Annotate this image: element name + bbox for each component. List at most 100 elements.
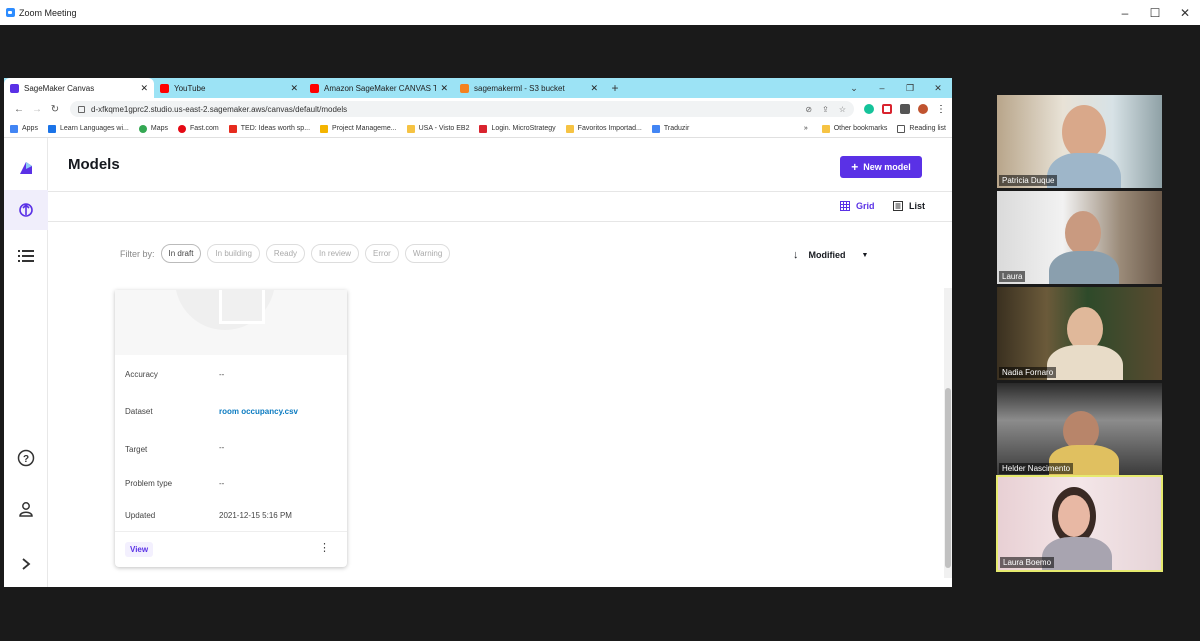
youtube-favicon-icon (160, 83, 169, 93)
pocket-icon[interactable] (882, 104, 892, 114)
folder-icon (406, 124, 415, 133)
browser-tab-sagemaker-canvas[interactable]: SageMaker Canvas ✕ (4, 78, 154, 98)
participant-name: Patricia Duque (999, 175, 1058, 186)
browser-menu-icon[interactable]: ⋮ (936, 104, 946, 115)
browser-restore-button[interactable]: ❐ (896, 78, 924, 98)
filter-chip-in-building[interactable]: In building (207, 244, 260, 263)
filter-chip-in-draft[interactable]: In draft (160, 244, 202, 263)
reading-list[interactable]: Reading list (897, 124, 946, 133)
bookmark-ted[interactable]: TED: Ideas worth sp... (228, 124, 310, 133)
bookmark-apps[interactable]: Apps (10, 124, 38, 133)
forward-arrow-icon[interactable]: → (28, 104, 46, 115)
content-scrollbar[interactable] (944, 288, 952, 578)
minimize-button[interactable]: – (1110, 0, 1140, 25)
browser-tab-sagemaker-tutorial[interactable]: Amazon SageMaker CANVAS Tu ✕ (304, 78, 454, 98)
left-nav-rail: ? (4, 138, 48, 587)
bookmark-favicon-icon (320, 124, 329, 133)
bookmark-microstrategy[interactable]: Login. MicroStrategy (479, 124, 556, 133)
apps-grid-icon (10, 124, 18, 133)
dropdown-caret-icon: ▼ (861, 251, 869, 259)
bookmark-favoritos[interactable]: Favoritos Importad... (565, 124, 642, 133)
bookmark-usa-visto[interactable]: USA - Visto EB2 (406, 124, 469, 133)
sort-arrow-down-icon: ↓ (793, 249, 799, 261)
back-arrow-icon[interactable]: ← (10, 104, 28, 115)
new-model-button[interactable]: + New model (840, 156, 922, 178)
maximize-button[interactable]: ☐ (1140, 0, 1170, 25)
tab-close-icon[interactable]: ✕ (140, 83, 148, 94)
list-view-toggle[interactable]: List (893, 201, 925, 211)
new-tab-button[interactable]: + (604, 78, 626, 98)
bookmark-fast[interactable]: Fast.com (177, 124, 219, 133)
dataset-link[interactable]: room occupancy.csv (219, 407, 298, 416)
reload-icon[interactable]: ↻ (46, 104, 64, 115)
bookmark-star-icon[interactable]: ☆ (839, 105, 846, 114)
grid-view-toggle[interactable]: Grid (840, 201, 875, 211)
bookmark-learn-languages[interactable]: Learn Languages wi... (47, 124, 129, 133)
models-nav-icon[interactable] (4, 190, 48, 230)
participant-name: Helder Nascimento (999, 463, 1074, 474)
translate-icon (651, 124, 660, 133)
list-icon (893, 201, 903, 211)
url-input[interactable]: d-xfkqme1gprc2.studio.us-east-2.sagemake… (70, 101, 854, 117)
participant-video (1065, 211, 1101, 255)
participant-tile[interactable]: Nadia Fornaro (997, 287, 1162, 380)
tab-title: YouTube (174, 83, 206, 93)
scrollbar-thumb[interactable] (945, 388, 951, 568)
view-model-button[interactable]: View (125, 542, 154, 557)
browser-tab-youtube[interactable]: YouTube ✕ (154, 78, 304, 98)
bookmark-maps[interactable]: Maps (138, 124, 168, 133)
bookmark-traduzir[interactable]: Traduzir (651, 124, 690, 133)
bookmark-label: Maps (150, 125, 168, 132)
more-options-icon[interactable]: ⋮ (319, 541, 330, 554)
bookmarks-overflow-icon[interactable]: » (804, 125, 808, 132)
filter-chip-in-review[interactable]: In review (311, 244, 360, 263)
fast-icon (177, 124, 186, 133)
tab-close-icon[interactable]: ✕ (290, 83, 298, 94)
field-label: Accuracy (125, 370, 158, 379)
other-bookmarks[interactable]: Other bookmarks (821, 124, 888, 133)
extensions-area: ⋮ (864, 104, 946, 115)
model-card-thumbnail (115, 290, 347, 355)
sort-control[interactable]: ↓ Modified ▼ (793, 249, 868, 261)
filter-chip-ready[interactable]: Ready (265, 244, 306, 263)
grid-icon (840, 201, 850, 211)
profile-avatar-icon[interactable] (918, 104, 928, 114)
bookmark-project-management[interactable]: Project Manageme... (320, 124, 397, 133)
browser-window-controls: ⌄ – ❐ ✕ (840, 78, 952, 98)
bookmark-label: Reading list (909, 125, 946, 132)
browser-close-button[interactable]: ✕ (924, 78, 952, 98)
active-speaker-tile[interactable]: Laura Boemo (996, 475, 1163, 572)
bookmark-label: Traduzir (663, 125, 690, 132)
tab-close-icon[interactable]: ✕ (590, 83, 598, 94)
field-label: Problem type (125, 479, 173, 488)
grammarly-icon[interactable] (864, 104, 874, 114)
share-icon[interactable]: ⇪ (822, 105, 829, 114)
expand-chevron-icon[interactable] (4, 544, 48, 584)
sagemaker-favicon-icon (10, 83, 19, 93)
filter-chip-warning[interactable]: Warning (404, 244, 451, 263)
browser-minimize-button[interactable]: – (868, 78, 896, 98)
help-icon[interactable]: ? (4, 438, 48, 478)
tab-close-icon[interactable]: ✕ (440, 83, 448, 94)
ted-icon (228, 124, 237, 133)
user-profile-icon[interactable] (4, 489, 48, 529)
reading-list-icon (897, 124, 906, 133)
datasets-list-icon[interactable] (4, 236, 48, 276)
youtube-favicon-icon (310, 83, 319, 93)
zoom-window-controls: – ☐ ✕ (1110, 0, 1200, 25)
participant-tile[interactable]: Helder Nascimento (997, 383, 1162, 476)
model-card[interactable]: Accuracy -- Dataset room occupancy.csv T… (115, 290, 347, 567)
participant-tile[interactable]: Patricia Duque (997, 95, 1162, 188)
canvas-logo-icon[interactable] (4, 148, 48, 188)
extensions-puzzle-icon[interactable] (900, 104, 910, 114)
tab-search-button[interactable]: ⌄ (840, 78, 868, 98)
close-button[interactable]: ✕ (1170, 0, 1200, 25)
address-bar: ← → ↻ d-xfkqme1gprc2.studio.us-east-2.sa… (4, 98, 952, 120)
browser-tab-s3-bucket[interactable]: sagemakerml - S3 bucket ✕ (454, 78, 604, 98)
s3-favicon-icon (460, 83, 469, 93)
view-toggle-bar: Grid List (48, 192, 952, 222)
filter-chip-error[interactable]: Error (365, 244, 399, 263)
camera-blocked-icon[interactable]: ⊘ (805, 105, 812, 114)
bookmark-label: Other bookmarks (833, 125, 888, 132)
participant-tile[interactable]: Laura (997, 191, 1162, 284)
